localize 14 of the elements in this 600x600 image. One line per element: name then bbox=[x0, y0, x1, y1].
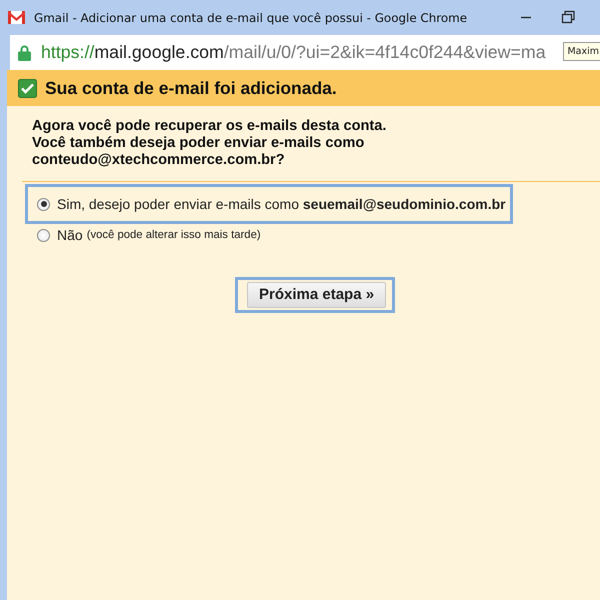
banner-title: Sua conta de e-mail foi adicionada. bbox=[45, 78, 337, 98]
hint-text: (você pode alterar isso mais tarde) bbox=[86, 229, 261, 241]
checkmark-icon bbox=[18, 78, 37, 98]
radio-button[interactable] bbox=[37, 228, 50, 242]
radio-button[interactable] bbox=[37, 198, 50, 210]
message-text: Agora você pode recuperar os e-mails desta conta. Você também deseja poder enviar e-mails como conteudo@xtechcommerce.com.br? bbox=[32, 118, 386, 169]
option-label[interactable]: Não bbox=[57, 227, 83, 243]
next-step-button[interactable]: Próxima etapa » bbox=[247, 282, 386, 308]
tooltip: Maxim bbox=[563, 42, 600, 61]
url-text: https://mail.google.com/mail/u/0/?ui=2&ik=4f14c0f244&view=ma bbox=[41, 42, 546, 63]
option-label[interactable]: Sim, desejo poder enviar e-mails como seuemail@seudominio.com.br bbox=[57, 196, 506, 212]
lock-icon bbox=[18, 44, 31, 61]
window-title: Gmail - Adicionar uma conta de e-mail que você possui - Google Chrome bbox=[34, 10, 468, 24]
gmail-envelope-icon bbox=[8, 11, 25, 24]
